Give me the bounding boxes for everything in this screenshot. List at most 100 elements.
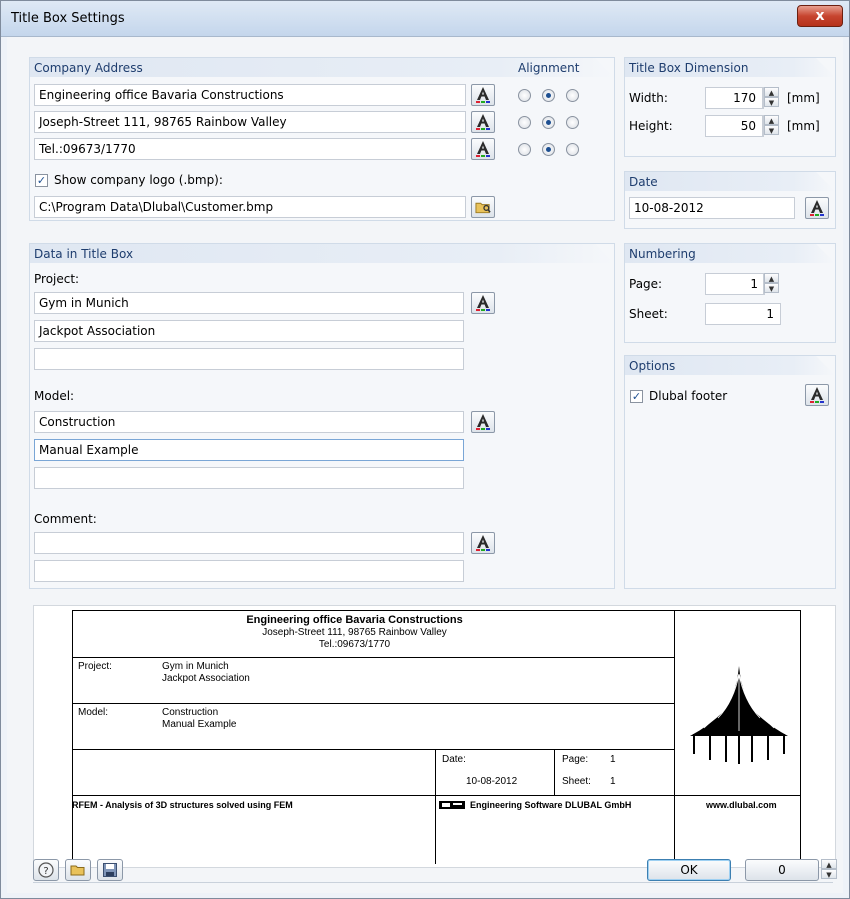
page-input[interactable]: 1: [705, 273, 765, 295]
width-spinner[interactable]: ▲ ▼: [763, 87, 779, 109]
preview-sheet-value: 1: [610, 776, 616, 787]
tent-structure-logo-icon: [690, 666, 788, 764]
comment-label: Comment:: [34, 512, 97, 526]
browse-folder-icon: [475, 202, 491, 214]
dialog-body: Company Address Alignment Engineering of…: [7, 37, 843, 893]
alignment-title: Alignment: [518, 61, 580, 75]
font-button-comment[interactable]: [471, 532, 495, 554]
svg-text:?: ?: [43, 866, 48, 877]
footer-separator: [33, 882, 833, 883]
model-line-2-input[interactable]: Manual Example: [34, 439, 464, 461]
font-icon: [476, 114, 490, 130]
browse-logo-button[interactable]: [471, 196, 495, 218]
title-box-settings-dialog: Title Box Settings x Company Address Ali…: [0, 0, 850, 899]
font-icon: [810, 200, 824, 216]
counter-spinner[interactable]: ▲ ▼: [821, 859, 837, 881]
help-icon: ?: [38, 862, 54, 878]
font-icon: [476, 535, 490, 551]
align-center-radio-3[interactable]: [542, 143, 555, 156]
preview-page-value: 1: [610, 754, 616, 765]
preview-model-line-1: Construction: [162, 707, 219, 718]
font-icon: [476, 87, 490, 103]
preview-project-line-1: Gym in Munich: [162, 661, 229, 672]
width-unit: [mm]: [787, 91, 820, 105]
page-spinner[interactable]: ▲ ▼: [763, 273, 779, 295]
project-line-1-input[interactable]: Gym in Munich: [34, 292, 464, 314]
align-right-radio-2[interactable]: [566, 116, 579, 129]
date-input[interactable]: 10-08-2012: [629, 197, 795, 219]
options-group: Options ✓ Dlubal footer: [624, 355, 836, 589]
align-right-radio-1[interactable]: [566, 89, 579, 102]
title-box-dimension-group: Title Box Dimension Width: 170 ▲ ▼ [mm] H…: [624, 57, 836, 157]
company-line-1-input[interactable]: Engineering office Bavaria Constructions: [34, 84, 466, 106]
width-input[interactable]: 170: [705, 87, 763, 109]
font-button-company-1[interactable]: [471, 84, 495, 106]
project-line-3-input[interactable]: [34, 348, 464, 370]
font-button-project[interactable]: [471, 292, 495, 314]
height-spinner[interactable]: ▲ ▼: [763, 115, 779, 137]
preview-date-value: 10-08-2012: [466, 776, 518, 787]
dlubal-footer-label: Dlubal footer: [649, 389, 728, 403]
preview-company-line-2: Joseph-Street 111, 98765 Rainbow Valley: [262, 627, 447, 638]
numbering-title: Numbering: [629, 247, 696, 261]
height-unit: [mm]: [787, 119, 820, 133]
preview-date-label: Date:: [442, 754, 466, 765]
company-line-2-input[interactable]: Joseph-Street 111, 98765 Rainbow Valley: [34, 111, 466, 133]
font-button-company-2[interactable]: [471, 111, 495, 133]
preview-model-line-2: Manual Example: [162, 719, 237, 730]
preview-sheet-label: Sheet:: [562, 776, 591, 787]
font-icon: [476, 141, 490, 157]
align-left-radio-2[interactable]: [518, 116, 531, 129]
company-address-title: Company Address: [34, 61, 143, 75]
counter-button[interactable]: 0: [745, 859, 819, 881]
align-right-radio-3[interactable]: [566, 143, 579, 156]
font-button-model[interactable]: [471, 411, 495, 433]
open-folder-icon: [70, 865, 85, 876]
logo-path-input[interactable]: C:\Program Data\Dlubal\Customer.bmp: [34, 196, 466, 218]
data-title: Data in Title Box: [34, 247, 134, 261]
project-line-2-input[interactable]: Jackpot Association: [34, 320, 464, 342]
align-center-radio-2[interactable]: [542, 116, 555, 129]
preview-page-label: Page:: [562, 754, 589, 765]
options-title: Options: [629, 359, 676, 373]
date-group: Date 10-08-2012: [624, 171, 836, 229]
comment-line-1-input[interactable]: [34, 532, 464, 554]
align-left-radio-3[interactable]: [518, 143, 531, 156]
company-line-3-input[interactable]: Tel.:09673/1770: [34, 138, 466, 160]
preview-footer-right: www.dlubal.com: [706, 800, 777, 810]
height-input[interactable]: 50: [705, 115, 763, 137]
dimension-title: Title Box Dimension: [629, 61, 749, 75]
comment-line-2-input[interactable]: [34, 560, 464, 582]
show-logo-checkbox[interactable]: ✓: [35, 174, 48, 187]
font-icon: [476, 295, 490, 311]
preview-company-line-1: Engineering office Bavaria Constructions: [246, 614, 463, 626]
font-icon: [810, 387, 824, 403]
page-label: Page:: [629, 277, 663, 291]
font-button-date[interactable]: [805, 197, 829, 219]
align-left-radio-1[interactable]: [518, 89, 531, 102]
save-disk-icon: [103, 863, 117, 877]
window-title: Title Box Settings: [11, 11, 125, 26]
width-label: Width:: [629, 91, 668, 105]
align-center-radio-1[interactable]: [542, 89, 555, 102]
dlubal-footer-checkbox[interactable]: ✓: [630, 390, 643, 403]
title-box-preview: Engineering office Bavaria Constructions…: [33, 605, 836, 868]
sheet-input[interactable]: 1: [705, 303, 781, 325]
open-file-button[interactable]: [65, 859, 91, 881]
numbering-group: Numbering Page: 1 ▲ ▼ Sheet: 1: [624, 243, 836, 343]
font-button-company-3[interactable]: [471, 138, 495, 160]
font-button-footer[interactable]: [805, 384, 829, 406]
data-in-title-box-group: Data in Title Box Project: Gym in Munich…: [29, 243, 615, 589]
title-bar: Title Box Settings x: [1, 1, 849, 37]
preview-model-label: Model:: [78, 707, 109, 718]
dlubal-logo-icon: [439, 801, 465, 809]
help-button[interactable]: ?: [33, 859, 59, 881]
ok-button[interactable]: OK: [647, 859, 731, 881]
font-icon: [476, 414, 490, 430]
preview-footer-left: RFEM - Analysis of 3D structures solved …: [72, 800, 293, 810]
model-line-3-input[interactable]: [34, 467, 464, 489]
save-button[interactable]: [97, 859, 123, 881]
preview-footer-mid: Engineering Software DLUBAL GmbH: [470, 800, 632, 810]
close-button[interactable]: x: [797, 5, 843, 27]
model-line-1-input[interactable]: Construction: [34, 411, 464, 433]
